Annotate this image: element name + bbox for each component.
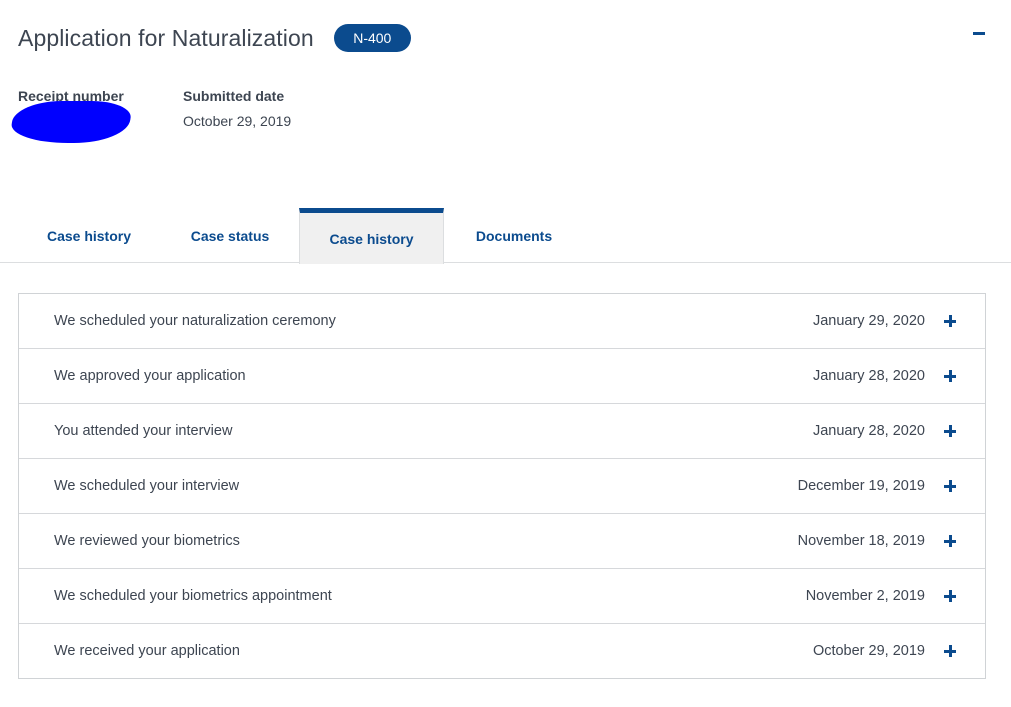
submitted-date-block: Submitted date October 29, 2019 (183, 88, 291, 129)
history-event-date: January 28, 2020 (812, 368, 925, 384)
submitted-date-value: October 29, 2019 (183, 113, 292, 129)
history-row[interactable]: We received your application October 29,… (19, 624, 985, 678)
plus-icon[interactable] (944, 315, 956, 327)
history-event-title: You attended your interview (54, 423, 233, 439)
case-header: Application for Naturalization N-400 (18, 22, 411, 54)
history-row[interactable]: We scheduled your interview December 19,… (19, 459, 985, 514)
tab-documents[interactable]: Documents (444, 208, 584, 263)
history-row[interactable]: We scheduled your naturalization ceremon… (19, 294, 985, 349)
minus-icon (973, 31, 985, 35)
history-event-title: We approved your application (54, 368, 246, 384)
form-type-badge: N-400 (333, 24, 411, 52)
page-title: Application for Naturalization (18, 24, 314, 51)
history-event-date: January 29, 2020 (812, 313, 925, 329)
plus-icon[interactable] (944, 645, 956, 657)
case-tabs: Case history Case status Case history Do… (0, 208, 1011, 264)
history-row[interactable]: We reviewed your biometrics November 18,… (19, 514, 985, 569)
history-event-date: November 2, 2019 (805, 588, 925, 604)
case-history-list: We scheduled your naturalization ceremon… (18, 293, 986, 679)
history-row[interactable]: We approved your application January 28,… (19, 349, 985, 404)
tab-case-history[interactable]: Case history (18, 208, 160, 263)
plus-icon[interactable] (944, 425, 956, 437)
plus-icon[interactable] (944, 370, 956, 382)
history-event-title: We scheduled your naturalization ceremon… (54, 313, 336, 329)
collapse-button[interactable] (972, 31, 986, 35)
plus-icon[interactable] (944, 480, 956, 492)
plus-icon[interactable] (944, 535, 956, 547)
history-event-date: December 19, 2019 (797, 478, 925, 494)
history-event-title: We scheduled your interview (54, 478, 240, 494)
history-event-title: We scheduled your biometrics appointment (54, 588, 332, 604)
history-row[interactable]: We scheduled your biometrics appointment… (19, 569, 985, 624)
case-page: Application for Naturalization N-400 Rec… (0, 0, 1011, 707)
tab-case-status[interactable]: Case status (160, 208, 300, 263)
history-event-date: October 29, 2019 (812, 643, 925, 659)
history-row[interactable]: You attended your interview January 28, … (19, 404, 985, 459)
history-event-date: November 18, 2019 (797, 533, 925, 549)
plus-icon[interactable] (944, 590, 956, 602)
history-event-title: We reviewed your biometrics (54, 533, 240, 549)
submitted-date-label: Submitted date (183, 88, 285, 104)
tab-case-history-active[interactable]: Case history (299, 208, 444, 264)
redaction-mark (9, 101, 133, 143)
history-event-date: January 28, 2020 (812, 423, 925, 439)
history-event-title: We received your application (54, 643, 240, 659)
